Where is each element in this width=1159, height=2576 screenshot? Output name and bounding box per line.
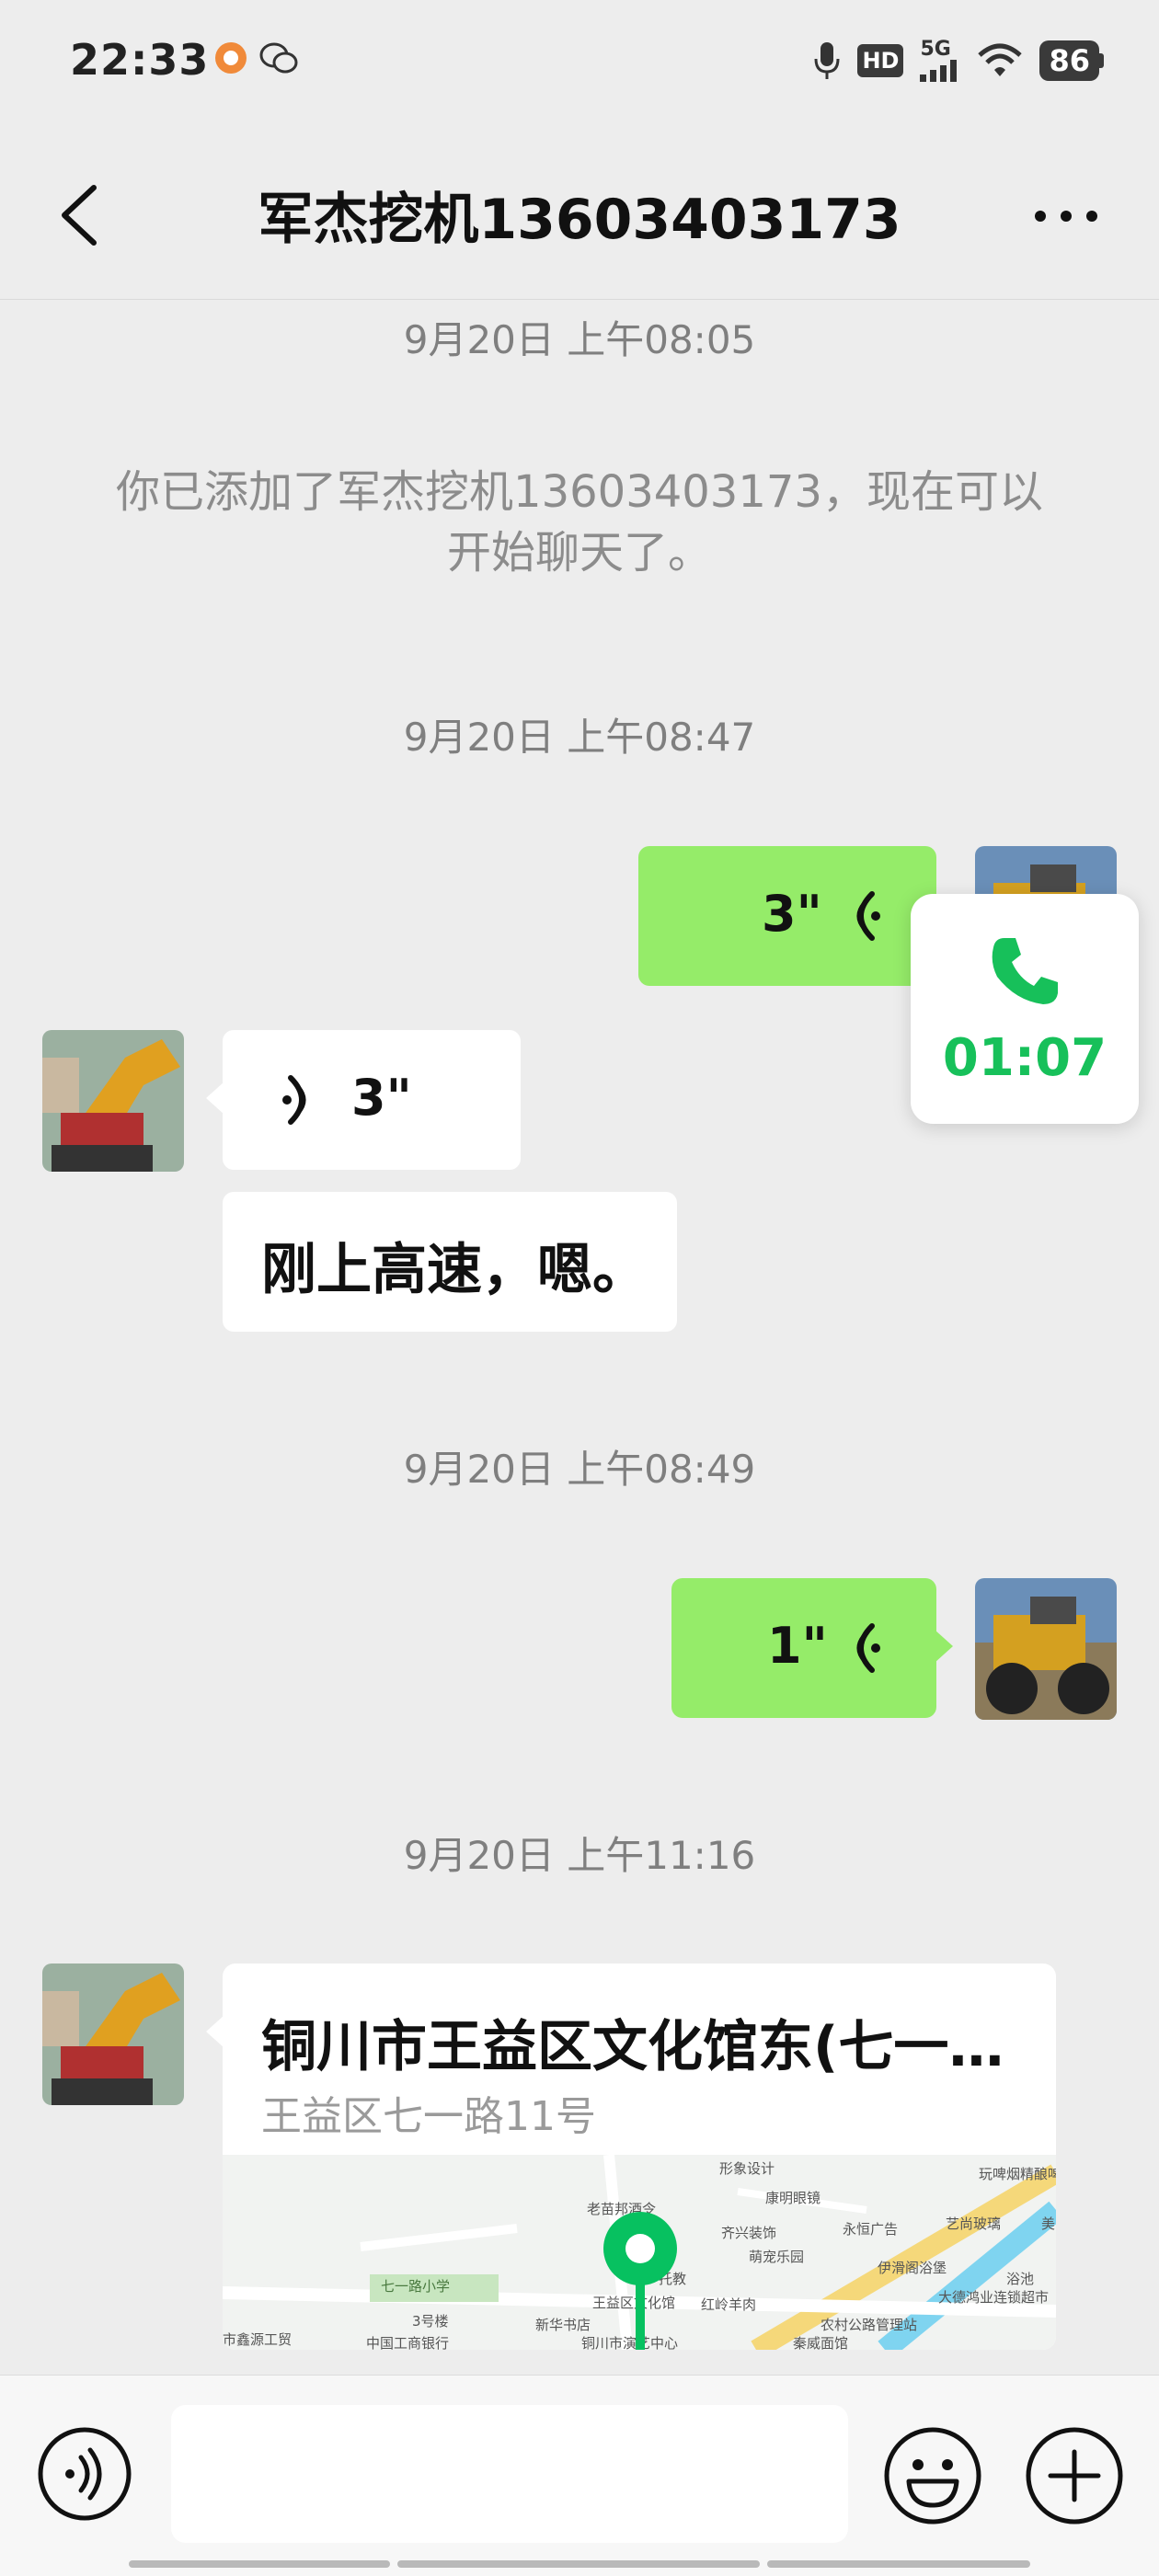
emoji-button[interactable] bbox=[883, 2426, 982, 2525]
contact-avatar[interactable] bbox=[42, 1030, 184, 1172]
voice-duration: 3" bbox=[762, 885, 822, 943]
map-pin-icon bbox=[603, 2212, 677, 2350]
system-message: 你已添加了军杰挖机13603403173，现在可以开始聊天了。 bbox=[116, 466, 1043, 578]
call-floating-window[interactable]: 01:07 bbox=[911, 894, 1139, 1124]
map-label: 萌宠乐园 bbox=[749, 2249, 805, 2265]
voice-duration: 1" bbox=[767, 1617, 828, 1675]
map-label: 3号楼 bbox=[412, 2313, 449, 2330]
map-label: 伊滑阁浴堡 bbox=[878, 2260, 947, 2276]
voice-message-out[interactable]: 3" bbox=[638, 846, 953, 986]
status-indicators: HD 5G 86 bbox=[813, 37, 1104, 85]
timestamp: 9月20日 上午08:47 bbox=[403, 715, 756, 760]
map-label: 艺尚玻璃 bbox=[946, 2215, 1002, 2232]
call-duration: 01:07 bbox=[942, 1028, 1107, 1088]
map-label: 玩啤烟精酿啤酒屋 bbox=[979, 2166, 1056, 2182]
voice-message-out[interactable]: 1" bbox=[671, 1578, 953, 1718]
app-notification-icon bbox=[215, 42, 247, 74]
battery-icon: 86 bbox=[1039, 40, 1104, 81]
mic-icon bbox=[814, 42, 840, 79]
voice-wave-icon bbox=[856, 891, 880, 941]
page-title: 军杰挖机13603403173 bbox=[258, 188, 901, 252]
voice-message-in[interactable]: 3" bbox=[206, 1030, 521, 1170]
map-label: 七一路小学 bbox=[381, 2278, 451, 2295]
voice-toggle-button[interactable] bbox=[37, 2426, 132, 2522]
status-bar: 22:33 HD 5G 86 bbox=[0, 0, 1159, 120]
voice-wave-icon bbox=[282, 1075, 306, 1125]
message-text: 刚上高速，嗯。 bbox=[261, 1238, 648, 1302]
phone-icon bbox=[992, 938, 1058, 1004]
input-bar bbox=[0, 2375, 1159, 2576]
message-input[interactable] bbox=[171, 2405, 848, 2543]
map-label: 美 bbox=[1041, 2215, 1056, 2232]
gesture-bar bbox=[129, 2560, 390, 2568]
map-label: 农村公路管理站 bbox=[820, 2317, 918, 2333]
timestamp: 9月20日 上午08:49 bbox=[403, 1447, 756, 1492]
bubble-tail bbox=[206, 2015, 224, 2048]
text-message-in[interactable]: 刚上高速，嗯。 bbox=[223, 1192, 677, 1332]
gesture-bar bbox=[767, 2560, 1030, 2568]
contact-avatar[interactable] bbox=[42, 1963, 184, 2105]
map-label: 红岭羊肉 bbox=[701, 2296, 757, 2313]
network-label: 5G bbox=[920, 38, 951, 61]
location-map: 形象设计 玩啤烟精酿啤酒屋 康明眼镜 老苗邦酒令 永恒广告 艺尚玻璃 齐兴装饰 … bbox=[223, 2155, 1056, 2350]
map-label: 康明眼镜 bbox=[765, 2190, 821, 2206]
location-address: 王益区七一路11号 bbox=[261, 2093, 596, 2140]
map-label: 永恒广告 bbox=[843, 2221, 899, 2238]
wechat-icon bbox=[259, 42, 298, 74]
status-time: 22:33 bbox=[70, 35, 210, 85]
location-title: 铜川市王益区文化馆东(七一… bbox=[261, 2015, 1004, 2079]
map-label: 形象设计 bbox=[719, 2160, 775, 2177]
loader-avatar-image bbox=[975, 1578, 1117, 1720]
excavator-avatar-image bbox=[42, 1030, 184, 1172]
bubble-tail bbox=[206, 1082, 224, 1115]
map-label: 市鑫源工贸 bbox=[223, 2331, 293, 2348]
map-label: 大德鸿业连锁超市 bbox=[938, 2289, 1050, 2306]
plus-button[interactable] bbox=[1025, 2426, 1124, 2525]
bubble-tail bbox=[935, 1630, 953, 1663]
voice-wave-icon bbox=[856, 1623, 880, 1673]
timestamp: 9月20日 上午11:16 bbox=[403, 1833, 756, 1878]
map-label: 秦威面馆 bbox=[793, 2335, 849, 2350]
emoji-icon bbox=[884, 2427, 981, 2524]
more-dots-icon bbox=[1035, 211, 1097, 222]
voice-duration: 3" bbox=[351, 1069, 412, 1127]
map-label: 中国工商银行 bbox=[366, 2335, 450, 2350]
plus-icon bbox=[1026, 2427, 1123, 2524]
excavator-avatar-image bbox=[42, 1963, 184, 2105]
nav-bar: 军杰挖机13603403173 bbox=[0, 156, 1159, 300]
timestamp: 9月20日 上午08:05 bbox=[403, 317, 756, 362]
signal-bars bbox=[920, 60, 958, 82]
signal-5g-icon: 5G bbox=[920, 40, 960, 82]
location-message[interactable]: 铜川市王益区文化馆东(七一… 王益区七一路11号 形象设计 玩啤烟精酿啤酒屋 康… bbox=[223, 1963, 1056, 2350]
status-notifications bbox=[213, 40, 298, 75]
map-label: 齐兴装饰 bbox=[721, 2225, 777, 2241]
map-label: 浴池 bbox=[1006, 2271, 1035, 2287]
hd-icon: HD bbox=[857, 44, 904, 77]
gesture-bar bbox=[397, 2560, 760, 2568]
wifi-icon bbox=[978, 43, 1023, 76]
map-label: 新华书店 bbox=[535, 2317, 591, 2333]
voice-toggle-icon bbox=[38, 2427, 132, 2521]
more-button[interactable] bbox=[1025, 184, 1107, 248]
battery-level: 86 bbox=[1039, 40, 1099, 81]
my-avatar[interactable] bbox=[975, 1578, 1117, 1720]
